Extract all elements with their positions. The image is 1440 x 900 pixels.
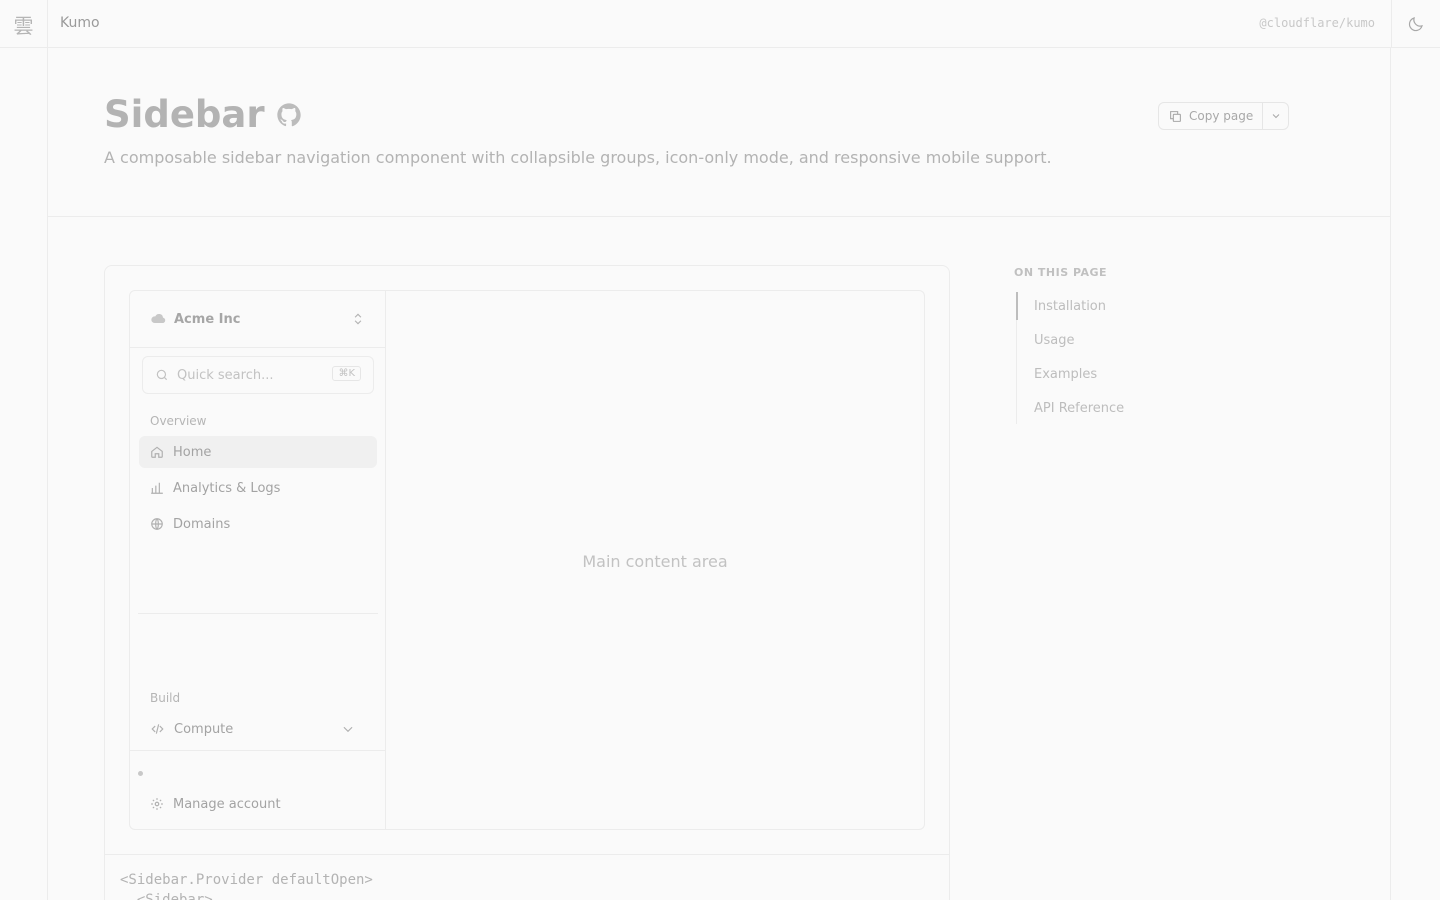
- copy-page-button[interactable]: Copy page: [1159, 103, 1263, 129]
- kumo-logo-icon[interactable]: 雲: [0, 0, 48, 48]
- sidebar-item-label: Compute: [174, 721, 234, 737]
- search-placeholder: Quick search...: [177, 367, 274, 383]
- demo-frame: Acme Inc Quick search... ⌘K Overview Hom…: [129, 290, 925, 830]
- main-content-label: Main content area: [582, 551, 728, 571]
- chevron-down-icon: [1270, 110, 1282, 122]
- header-divider: [48, 216, 1390, 217]
- sidebar-item-label: Home: [173, 444, 212, 460]
- org-name: Acme Inc: [174, 311, 241, 327]
- sidebar-item-label: Domains: [173, 516, 231, 532]
- toc-item-installation[interactable]: Installation: [1034, 299, 1106, 314]
- toc-item-api-reference[interactable]: API Reference: [1034, 401, 1124, 416]
- status-dot: [138, 771, 143, 776]
- toc-item-usage[interactable]: Usage: [1034, 333, 1075, 348]
- chevrons-up-down-icon: [351, 311, 365, 327]
- sidebar-item-compute[interactable]: Compute: [139, 713, 377, 745]
- copy-page-label: Copy page: [1189, 109, 1254, 123]
- right-rail: [1390, 48, 1391, 900]
- globe-icon: [150, 517, 164, 531]
- toc-active-indicator: [1016, 292, 1018, 320]
- theme-toggle-button[interactable]: [1391, 0, 1440, 48]
- code-line: <Sidebar>: [120, 892, 213, 900]
- home-icon: [150, 445, 164, 459]
- page-description: A composable sidebar navigation componen…: [104, 148, 1052, 167]
- moon-icon: [1407, 15, 1425, 33]
- chevron-down-icon: [341, 722, 355, 736]
- sidebar-item-label: Manage account: [173, 796, 281, 812]
- top-bar: 雲 Kumo @cloudflare/kumo: [0, 0, 1440, 48]
- bar-chart-icon: [150, 481, 164, 495]
- sidebar-footer-divider: [130, 750, 385, 751]
- sidebar-item-manage-account[interactable]: Manage account: [139, 788, 377, 820]
- code-divider: [105, 854, 949, 855]
- sidebar-item-domains[interactable]: Domains: [139, 508, 377, 540]
- search-icon: [155, 368, 169, 382]
- gear-icon: [150, 797, 164, 811]
- search-shortcut: ⌘K: [332, 366, 361, 381]
- toc-item-examples[interactable]: Examples: [1034, 367, 1097, 382]
- toc-title: ON THIS PAGE: [1014, 266, 1108, 279]
- group-label-overview: Overview: [150, 414, 207, 428]
- main-content-area: Main content area: [386, 291, 924, 829]
- left-rail: [47, 48, 48, 900]
- org-switcher[interactable]: Acme Inc: [130, 291, 385, 348]
- demo-sidebar: Acme Inc Quick search... ⌘K Overview Hom…: [130, 291, 386, 829]
- sidebar-divider: [138, 613, 378, 614]
- copy-icon: [1169, 110, 1182, 123]
- group-label-build: Build: [150, 691, 181, 705]
- cloud-icon: [150, 311, 166, 327]
- quick-search-input[interactable]: Quick search... ⌘K: [142, 356, 374, 394]
- sidebar-item-analytics[interactable]: Analytics & Logs: [139, 472, 377, 504]
- sidebar-item-home[interactable]: Home: [139, 436, 377, 468]
- copy-options-dropdown[interactable]: [1263, 103, 1288, 129]
- copy-page-button-group: Copy page: [1158, 102, 1289, 130]
- page-title-text: Sidebar: [104, 93, 265, 136]
- brand-name[interactable]: Kumo: [60, 15, 100, 31]
- code-line: <Sidebar.Provider defaultOpen>: [120, 872, 373, 888]
- github-icon[interactable]: [275, 101, 303, 129]
- sidebar-item-label: Analytics & Logs: [173, 480, 281, 496]
- package-name: @cloudflare/kumo: [1259, 16, 1375, 30]
- code-icon: [150, 722, 165, 736]
- page-title: Sidebar: [104, 93, 303, 136]
